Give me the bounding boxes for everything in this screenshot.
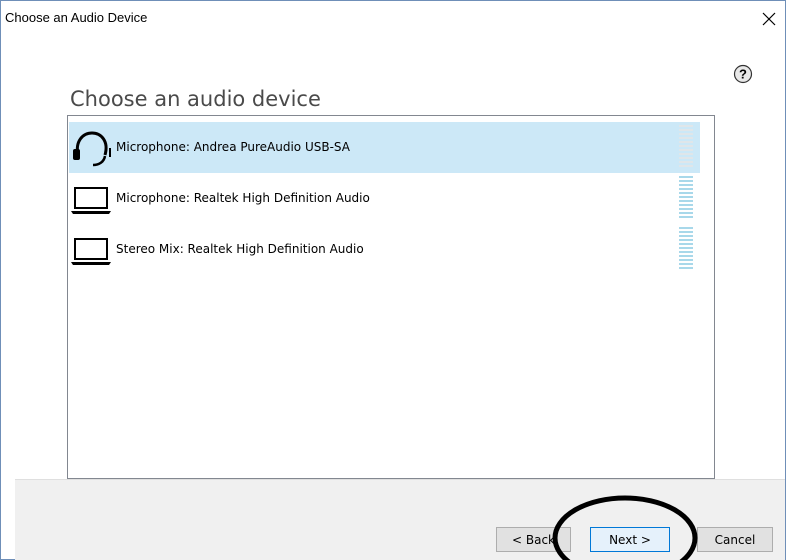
device-item-realtek-mic[interactable]: Microphone: Realtek High Definition Audi… (69, 173, 700, 224)
headset-icon (73, 131, 111, 167)
close-button[interactable] (757, 7, 781, 31)
level-meter (679, 227, 693, 269)
laptop-icon (71, 187, 111, 214)
cancel-button[interactable]: Cancel (697, 527, 773, 552)
level-meter (679, 125, 693, 167)
next-button[interactable]: Next > (590, 527, 670, 552)
svg-text:?: ? (739, 67, 747, 82)
page-heading: Choose an audio device (70, 87, 321, 111)
laptop-icon (71, 238, 111, 265)
audio-device-dialog: Choose an Audio Device ? Choose an audio… (0, 0, 786, 560)
device-list[interactable]: Microphone: Andrea PureAudio USB-SA Micr… (67, 115, 715, 479)
device-item-stereo-mix[interactable]: Stereo Mix: Realtek High Definition Audi… (69, 224, 700, 275)
device-item-andrea[interactable]: Microphone: Andrea PureAudio USB-SA (69, 122, 700, 173)
title-bar: Choose an Audio Device (1, 1, 785, 37)
help-icon: ? (733, 64, 753, 84)
device-label: Microphone: Realtek High Definition Audi… (116, 191, 370, 205)
device-label: Stereo Mix: Realtek High Definition Audi… (116, 242, 364, 256)
dialog-content: ? Choose an audio device Microphone: And… (15, 37, 785, 479)
back-button[interactable]: < Back (496, 527, 571, 552)
level-meter (679, 176, 693, 218)
device-label: Microphone: Andrea PureAudio USB-SA (116, 140, 350, 154)
dialog-footer: < Back Next > Cancel (15, 479, 785, 560)
close-icon (762, 12, 776, 26)
help-button[interactable]: ? (733, 64, 753, 84)
window-title: Choose an Audio Device (5, 10, 148, 25)
